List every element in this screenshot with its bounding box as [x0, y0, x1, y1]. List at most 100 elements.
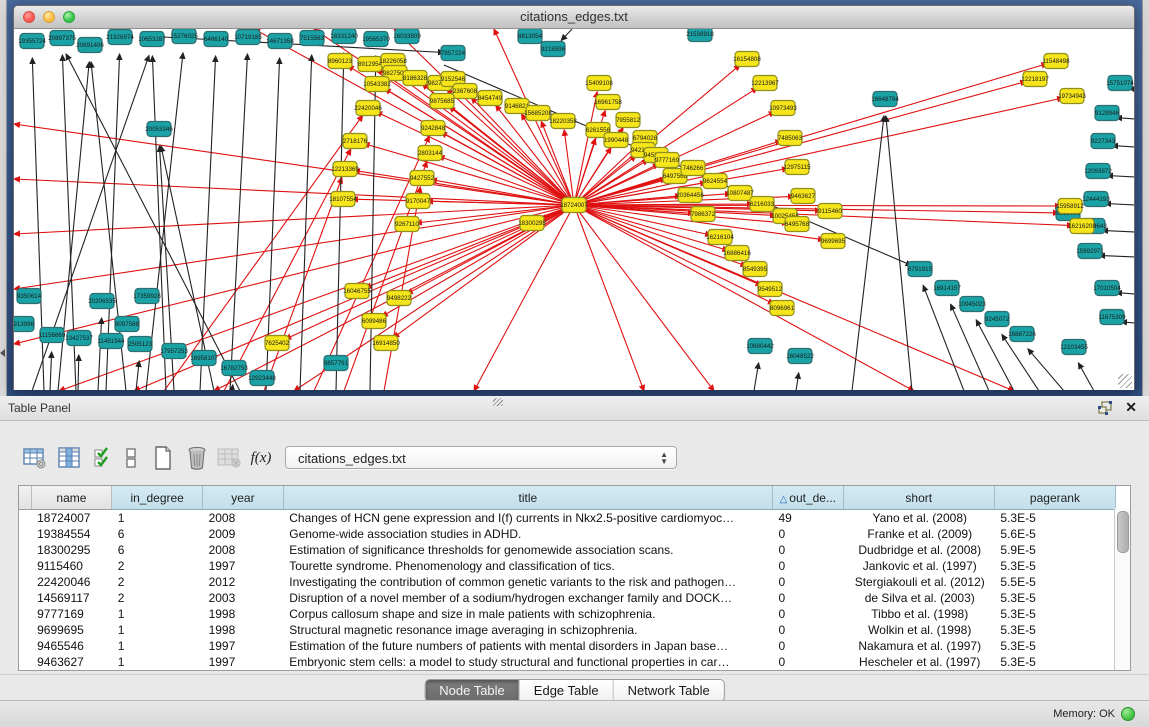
graph-node[interactable]: 20364456 [676, 188, 704, 203]
graph-node[interactable]: 7485063 [778, 131, 803, 146]
graph-node[interactable]: 9227343 [1091, 134, 1116, 149]
graph-node[interactable]: 7515563 [300, 31, 325, 46]
graph-node[interactable]: 16782753 [220, 361, 248, 376]
table-row[interactable]: 2242004622012Investigating the contribut… [19, 574, 1116, 590]
graph-node[interactable]: 7625402 [265, 336, 290, 351]
table-row[interactable]: 977716911998Corpus callosum shape and si… [19, 606, 1116, 622]
graph-node[interactable]: 10719185 [234, 30, 262, 45]
graph-node[interactable]: 9170047 [406, 194, 431, 209]
table-scrollbar-thumb[interactable] [1117, 511, 1129, 553]
graph-node[interactable]: 9463627 [791, 189, 816, 204]
column-header-year[interactable]: year [203, 486, 284, 510]
graph-node[interactable]: 8186328 [403, 71, 428, 86]
graph-node[interactable]: 10543382 [363, 77, 391, 92]
graph-node[interactable]: 21926974 [106, 30, 134, 45]
graph-node[interactable]: 8813054 [518, 29, 543, 44]
graph-node[interactable]: 9624554 [703, 174, 728, 189]
graph-node[interactable]: 15958912 [1056, 199, 1084, 214]
window-resize-grip[interactable] [1118, 374, 1132, 388]
network-canvas[interactable]: 19355724 20897375 20691406 21926974 1065… [14, 29, 1134, 390]
graph-node[interactable]: 18220358 [549, 114, 577, 129]
graph-node[interactable]: 12923448 [248, 371, 276, 386]
graph-node[interactable]: 7857224 [441, 46, 466, 61]
row-height-button[interactable] [116, 443, 146, 473]
graph-node[interactable]: 16914157 [933, 281, 961, 296]
graph-node[interactable]: 9549512 [758, 282, 783, 297]
window-titlebar[interactable]: citations_edges.txt [14, 6, 1134, 29]
graph-node[interactable]: 16648794 [871, 92, 899, 107]
graph-node[interactable]: 11548498 [1042, 54, 1070, 69]
column-header-in_degree[interactable]: in_degree [112, 486, 203, 510]
table-select-dropdown[interactable]: citations_edges.txt ▲▼ [285, 446, 677, 469]
graph-node[interactable]: 6099486 [362, 314, 387, 329]
column-header-title[interactable]: title [283, 486, 772, 510]
table-scrollbar[interactable] [1114, 508, 1130, 670]
tab-node-table[interactable]: Node Table [425, 680, 520, 701]
graph-node[interactable]: 19565370 [362, 32, 390, 47]
graph-node[interactable]: 18107554 [329, 192, 357, 207]
graph-node[interactable]: 9875685 [430, 94, 455, 109]
graph-node[interactable]: 16216208 [1068, 219, 1096, 234]
graph-node[interactable]: 15409108 [585, 76, 613, 91]
graph-node[interactable]: 17010504 [1093, 281, 1121, 296]
graph-node[interactable]: 16154808 [733, 52, 761, 67]
graph-node[interactable]: 12218197 [1021, 72, 1049, 87]
collapse-left-icon[interactable] [0, 349, 5, 357]
graph-node[interactable]: 11451944 [97, 334, 125, 349]
graph-node[interactable]: 12213967 [751, 76, 779, 91]
graph-node[interactable]: 9245072 [985, 312, 1010, 327]
graph-node[interactable]: 746266 [681, 161, 705, 176]
close-panel-icon[interactable]: ✕ [1125, 399, 1137, 416]
graph-node[interactable]: 11156869 [39, 328, 66, 343]
table-row[interactable]: 946362711997Embryonic stem cells: a mode… [19, 654, 1116, 670]
graph-node[interactable]: 15751074 [1106, 76, 1134, 91]
graph-node[interactable]: 12444193 [1082, 192, 1110, 207]
graph-node[interactable]: 8454749 [478, 91, 503, 106]
graph-node[interactable]: 17957253 [160, 344, 188, 359]
new-document-button[interactable] [148, 443, 178, 473]
select-columns-button[interactable] [88, 443, 118, 473]
graph-node[interactable]: 12093872 [1084, 164, 1112, 179]
graph-node[interactable]: 3913996 [14, 317, 35, 332]
graph-node[interactable]: 8096961 [770, 301, 795, 316]
graph-node[interactable]: 22420046 [354, 101, 382, 116]
graph-node[interactable]: 19734943 [1058, 89, 1086, 104]
graph-node[interactable]: 12103455 [1060, 340, 1088, 355]
graph-node[interactable]: 20691406 [76, 38, 104, 53]
graph-node[interactable]: 16961758 [594, 95, 622, 110]
float-panel-icon[interactable] [1097, 400, 1113, 416]
graph-node[interactable]: 12975115 [783, 160, 811, 175]
graph-node[interactable]: 13427537 [65, 331, 93, 346]
citation-graph[interactable]: 19355724 20897375 20691406 21926974 1065… [14, 29, 1134, 390]
graph-node[interactable]: 9427552 [410, 171, 435, 186]
graph-node[interactable]: 6495768 [785, 217, 810, 232]
graph-node[interactable]: 10945023 [958, 297, 986, 312]
graph-node[interactable]: 10690442 [746, 339, 774, 354]
column-header-out_de[interactable]: △out_de... [772, 486, 843, 510]
table-row[interactable]: 1830029562008Estimation of significance … [19, 542, 1116, 558]
graph-node[interactable]: 18300295 [518, 216, 546, 231]
graph-node[interactable]: 1990448 [604, 133, 629, 148]
graph-node[interactable]: 9267110 [395, 217, 419, 232]
graph-node[interactable]: 2367608 [453, 84, 478, 99]
graph-node[interactable]: 8960123 [328, 54, 353, 69]
graph-node[interactable]: 16046755 [343, 284, 371, 299]
graph-node[interactable]: 10653287 [138, 32, 166, 47]
graph-node[interactable]: 15685208 [524, 106, 552, 121]
table-row[interactable]: 969969511998Structural magnetic resonanc… [19, 622, 1116, 638]
column-header-pagerank[interactable]: pagerank [994, 486, 1115, 510]
graph-node[interactable]: 15276025 [170, 29, 198, 44]
tab-edge-table[interactable]: Edge Table [520, 680, 614, 701]
graph-node[interactable]: 6791915 [908, 262, 933, 277]
graph-node[interactable]: 9777169 [655, 153, 680, 168]
graph-node[interactable]: 8549395 [743, 262, 768, 277]
graph-node[interactable]: 2803144 [418, 146, 443, 161]
graph-node[interactable]: 17359928 [133, 289, 161, 304]
graph-node[interactable]: 9218596 [541, 42, 566, 57]
graph-node[interactable]: 10973493 [769, 101, 797, 116]
graph-node[interactable]: 11675309 [1098, 310, 1126, 325]
table-settings-button[interactable] [20, 443, 50, 473]
graph-node[interactable]: 16958107 [190, 351, 218, 366]
graph-node[interactable]: 9129946 [1095, 106, 1120, 121]
graph-node[interactable]: 9699695 [821, 234, 846, 249]
